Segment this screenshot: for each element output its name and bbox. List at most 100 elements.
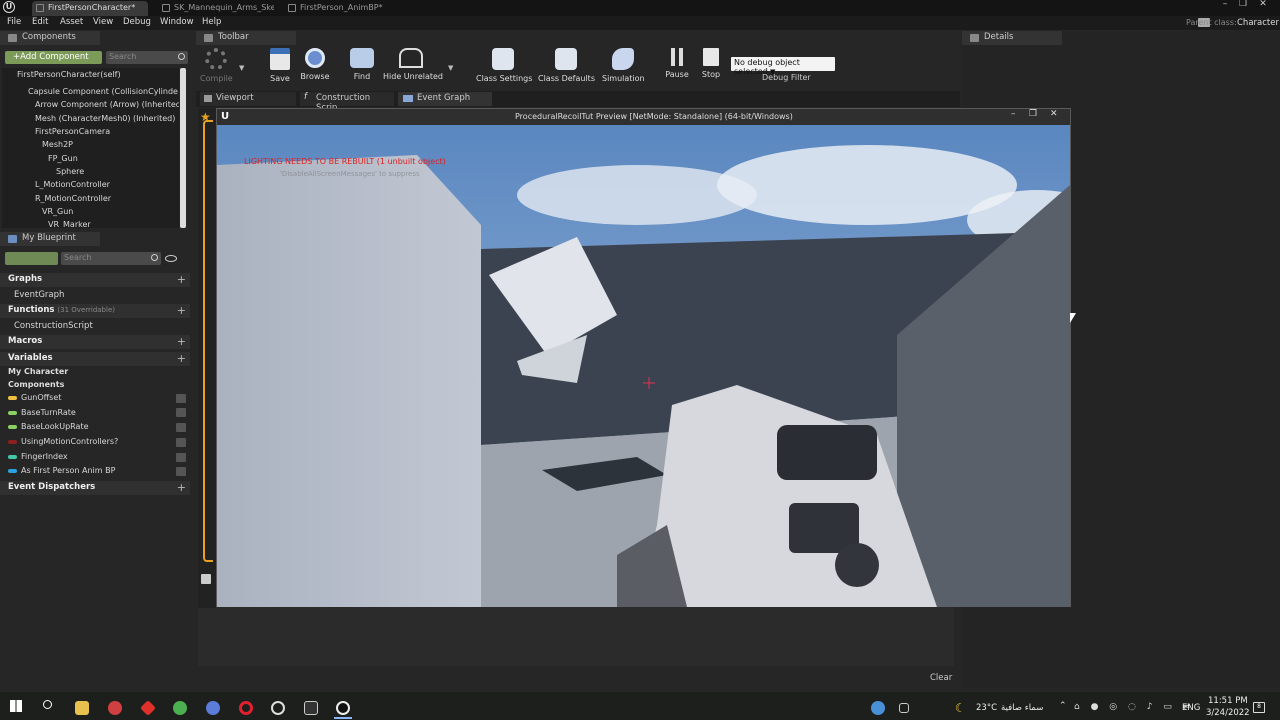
weather-temp[interactable]: 23°C <box>976 703 997 713</box>
tab-event-graph[interactable]: Event Graph <box>398 92 492 106</box>
opera-icon[interactable] <box>239 701 253 715</box>
tree-item-arrow[interactable]: Arrow Component (Arrow) (Inherited) <box>35 100 179 109</box>
tree-item-camera[interactable]: FirstPersonCamera <box>35 127 110 136</box>
obs-icon[interactable] <box>271 701 285 715</box>
compile-results-icon[interactable] <box>201 574 211 584</box>
preview-maximize-button[interactable]: ❐ <box>1029 109 1037 119</box>
search-icon[interactable] <box>43 700 52 709</box>
tree-item-l-motion[interactable]: L_MotionController <box>35 180 110 189</box>
visibility-eye-icon[interactable] <box>176 394 186 403</box>
tree-item-sphere[interactable]: Sphere <box>56 167 84 176</box>
chrome-profile-icon[interactable] <box>206 701 220 715</box>
menu-help[interactable]: Help <box>202 17 221 27</box>
variable-gunoffset[interactable]: GunOffset <box>8 393 61 402</box>
unreal-logo-icon[interactable]: U <box>3 1 15 13</box>
language-indicator[interactable]: ENG <box>1182 703 1200 713</box>
preview-minimize-button[interactable]: – <box>1011 109 1016 119</box>
add-dispatcher-icon[interactable]: + <box>177 481 186 494</box>
construction-script-item[interactable]: ConstructionScript <box>14 321 93 331</box>
tree-item-vr-marker[interactable]: VR_Marker <box>48 220 91 228</box>
menu-asset[interactable]: Asset <box>60 17 83 27</box>
tree-item-fp-gun[interactable]: FP_Gun <box>48 154 78 163</box>
hide-unrelated-button[interactable]: Hide Unrelated <box>383 48 443 81</box>
save-button[interactable]: Save <box>268 48 292 83</box>
tree-item-mesh[interactable]: Mesh (CharacterMesh0) (Inherited) <box>35 114 175 123</box>
tray-chevron-up-icon[interactable]: ⌃ <box>1059 701 1067 711</box>
tray-pen-icon[interactable] <box>899 703 909 713</box>
maximize-button[interactable]: ❐ <box>1236 0 1250 10</box>
weather-moon-icon[interactable]: ☾ <box>955 701 966 715</box>
variables-section[interactable]: Variables + <box>0 352 190 366</box>
my-character-category[interactable]: My Character <box>8 367 68 376</box>
variable-baselookuprate[interactable]: BaseLookUpRate <box>8 422 89 431</box>
clock-time[interactable]: 11:51 PM <box>1208 696 1248 706</box>
visibility-eye-icon[interactable] <box>176 438 186 447</box>
class-settings-button[interactable]: Class Settings <box>476 48 532 83</box>
components-scrollbar[interactable] <box>180 68 186 228</box>
parent-class-value[interactable]: Character <box>1237 18 1279 28</box>
tree-item-vr-gun[interactable]: VR_Gun <box>42 207 73 216</box>
favorite-star-icon[interactable]: ★ <box>200 111 211 123</box>
variable-usingmotioncontrollers[interactable]: UsingMotionControllers? <box>8 437 118 446</box>
tab-anim-bp[interactable]: FirstPerson_AnimBP* <box>284 1 408 16</box>
epic-games-icon[interactable] <box>304 701 318 715</box>
visibility-eye-icon[interactable] <box>176 453 186 462</box>
clear-button[interactable]: Clear <box>930 673 952 683</box>
minimize-button[interactable]: – <box>1218 0 1232 10</box>
functions-section[interactable]: Functions (31 Overridable) + <box>0 304 190 318</box>
visibility-eye-icon[interactable] <box>176 423 186 432</box>
compile-button[interactable]: Compile <box>200 48 233 83</box>
tab-sk-mannequin[interactable]: SK_Mannequin_Arms_Ske <box>158 1 274 16</box>
chrome-icon[interactable] <box>173 701 187 715</box>
menu-window[interactable]: Window <box>160 17 194 27</box>
tree-item-r-motion[interactable]: R_MotionController <box>35 194 111 203</box>
menu-debug[interactable]: Debug <box>123 17 151 27</box>
app-icon-red[interactable] <box>108 701 122 715</box>
menu-edit[interactable]: Edit <box>32 17 48 27</box>
weather-desc[interactable]: سماء صافية <box>1001 703 1043 713</box>
add-component-button[interactable]: +Add Component <box>5 51 102 64</box>
windows-start-icon[interactable] <box>10 700 22 712</box>
tab-first-person-character[interactable]: FirstPersonCharacter* <box>32 1 148 16</box>
debug-object-select[interactable]: No debug object selected ▼ <box>731 57 835 76</box>
add-new-button[interactable] <box>5 252 58 265</box>
add-function-icon[interactable]: + <box>177 304 186 317</box>
visibility-eye-icon[interactable] <box>176 467 186 476</box>
compile-dropdown-chevron-down-icon[interactable]: ▼ <box>239 64 244 72</box>
add-variable-icon[interactable]: + <box>177 352 186 365</box>
macros-section[interactable]: Macros + <box>0 335 190 349</box>
tray-icons[interactable]: ⌂ ● ◎ ◌ ♪ ▭ ⇌ <box>1074 702 1194 712</box>
tree-item-capsule[interactable]: Capsule Component (CollisionCylinder) (I… <box>28 87 178 96</box>
tab-construction-script[interactable]: f Construction Scrip <box>300 92 394 113</box>
components-category[interactable]: Components <box>8 380 64 389</box>
game-viewport[interactable] <box>217 125 1070 607</box>
notification-icon[interactable]: 8 <box>1253 702 1265 713</box>
close-button[interactable]: ✕ <box>1256 0 1270 10</box>
find-button[interactable]: Find <box>348 48 376 81</box>
visibility-eye-icon[interactable] <box>176 408 186 417</box>
event-graph-item[interactable]: EventGraph <box>14 290 64 300</box>
add-graph-icon[interactable]: + <box>177 273 186 286</box>
components-search-input[interactable]: Search <box>106 51 188 64</box>
stop-button[interactable]: Stop <box>700 48 722 79</box>
event-dispatchers-section[interactable]: Event Dispatchers + <box>0 481 190 495</box>
tray-app-icon[interactable] <box>871 701 885 715</box>
menu-file[interactable]: File <box>7 17 21 27</box>
file-explorer-icon[interactable] <box>75 701 89 715</box>
variable-fingerindex[interactable]: FingerIndex <box>8 452 68 461</box>
menu-view[interactable]: View <box>93 17 113 27</box>
preview-close-button[interactable]: ✕ <box>1050 109 1058 119</box>
browse-button[interactable]: Browse <box>300 48 330 81</box>
graphs-section[interactable]: Graphs + <box>0 273 190 287</box>
pie-preview-window[interactable]: U ProceduralRecoilTut Preview [NetMode: … <box>216 108 1071 607</box>
clock-date[interactable]: 3/24/2022 <box>1206 708 1250 718</box>
add-macro-icon[interactable]: + <box>177 335 186 348</box>
unreal-engine-icon[interactable] <box>336 701 350 715</box>
tab-viewport[interactable]: Viewport <box>200 92 296 106</box>
tree-item-mesh2p[interactable]: Mesh2P <box>42 140 73 149</box>
hide-unrelated-chevron-down-icon[interactable]: ▼ <box>448 64 453 72</box>
variable-baseturnrate[interactable]: BaseTurnRate <box>8 408 76 417</box>
view-options-eye-icon[interactable] <box>165 255 177 262</box>
blueprint-search-input[interactable]: Search <box>61 252 161 265</box>
simulation-button[interactable]: Simulation <box>602 48 645 83</box>
